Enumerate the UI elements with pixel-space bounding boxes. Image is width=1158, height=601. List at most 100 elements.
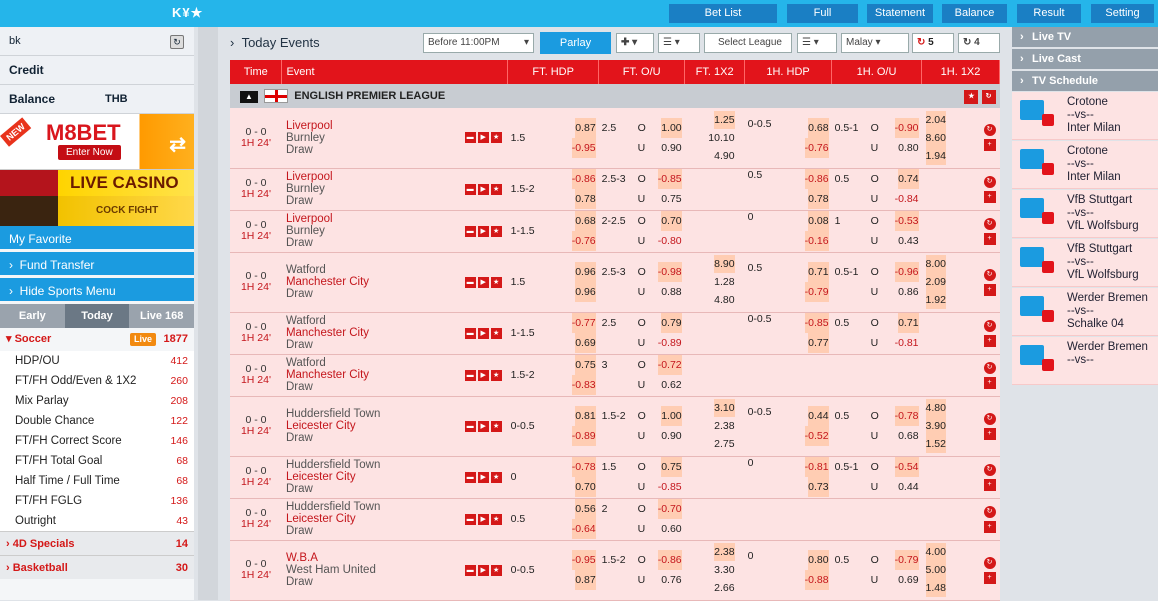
odds-value[interactable]: -0.95 [571, 550, 596, 570]
refresh-odds-icon[interactable]: ↻ [983, 124, 996, 137]
odds-value[interactable]: 0.80 [808, 550, 829, 570]
stats-icon[interactable]: ▬ [464, 225, 476, 237]
odds-value[interactable]: 0.87 [575, 117, 596, 138]
odds-value[interactable]: 0.96 [575, 262, 596, 282]
more-bets-icon[interactable]: + [983, 427, 996, 440]
favorite-star-icon[interactable]: ★ [490, 276, 502, 288]
odds-value[interactable]: 0.68 [575, 211, 596, 231]
tv-schedule-item[interactable]: VfB Stuttgart --vs-- VfL Wolfsburg [1012, 239, 1158, 287]
odds-value[interactable]: -0.76 [804, 137, 829, 158]
submenu-item[interactable]: FT/FH FGLG 136 [0, 491, 194, 511]
parlay-button[interactable]: Parlay [540, 32, 611, 54]
more-bets-icon[interactable]: + [983, 571, 996, 584]
odds-value[interactable]: 0.69 [898, 574, 918, 586]
odds-value[interactable]: -0.80 [658, 235, 682, 247]
odds-value[interactable]: 0.68 [898, 430, 918, 442]
time-filter-select[interactable]: Before 11:00PM ▾ [423, 33, 534, 53]
odds-value[interactable]: 0.44 [808, 406, 829, 426]
tv-schedule-header[interactable]: TV Schedule [1012, 71, 1158, 91]
more-bets-icon[interactable]: + [983, 334, 996, 347]
refresh-odds-icon[interactable]: ↻ [983, 361, 996, 374]
odds-value[interactable]: 2.04 [925, 110, 946, 129]
odds-value[interactable]: 3.90 [925, 417, 946, 435]
odds-value[interactable]: -0.83 [571, 375, 596, 395]
tv-schedule-item[interactable]: Werder Bremen --vs-- [1012, 337, 1158, 385]
odds-value[interactable]: -0.54 [894, 457, 919, 477]
sport-4d-specials[interactable]: › 4D Specials 14 [0, 531, 194, 555]
odds-value[interactable]: 2.38 [714, 420, 734, 432]
odds-value[interactable]: 0.78 [575, 189, 596, 209]
odds-value[interactable]: 2.38 [714, 543, 735, 561]
hide-sports-menu-button[interactable]: › Hide Sports Menu [0, 278, 194, 304]
odds-value[interactable]: 2.75 [714, 438, 734, 450]
tab-live[interactable]: Live 168 [129, 304, 194, 328]
select-league-button[interactable]: Select League [704, 33, 792, 53]
odds-value[interactable]: -0.86 [657, 550, 682, 570]
stats-icon[interactable]: ▬ [464, 564, 476, 576]
odds-value[interactable]: 0.71 [808, 262, 829, 282]
odds-value[interactable]: 0.87 [575, 570, 596, 590]
sport-basketball[interactable]: › Basketball 30 [0, 555, 194, 579]
favorite-star-icon[interactable]: ★ [490, 564, 502, 576]
live-tv-icon[interactable]: ▶ [477, 420, 489, 432]
nav-balance[interactable]: Balance [942, 4, 1007, 23]
refresh-live-button[interactable]: ↻ 5 [912, 33, 954, 53]
odds-value[interactable]: -0.86 [804, 169, 829, 189]
favorite-star-icon[interactable]: ★ [490, 513, 502, 525]
odds-value[interactable]: 1.00 [661, 117, 682, 138]
tab-today[interactable]: Today [64, 304, 130, 328]
odds-value[interactable]: 0.76 [661, 574, 681, 586]
odds-value[interactable]: 0.74 [898, 169, 919, 189]
submenu-item[interactable]: HDP/OU 412 [0, 351, 194, 371]
live-tv-icon[interactable]: ▶ [477, 564, 489, 576]
odds-value[interactable]: 0.56 [575, 499, 596, 519]
stats-icon[interactable]: ▬ [464, 513, 476, 525]
live-tv-icon[interactable]: ▶ [477, 369, 489, 381]
odds-value[interactable]: 5.00 [925, 561, 946, 579]
my-favorite-button[interactable]: My Favorite [0, 226, 194, 252]
odds-value[interactable]: 0.81 [575, 406, 596, 426]
odds-value[interactable]: 0.44 [898, 481, 918, 493]
m8bet-banner[interactable]: NEW M8BET Enter Now ⇄ [0, 114, 194, 170]
nav-statement[interactable]: Statement [867, 4, 933, 23]
odds-value[interactable]: -0.72 [657, 355, 682, 375]
add-market-button[interactable]: ✚ ▾ [616, 33, 654, 53]
odds-value[interactable]: 0.73 [808, 477, 829, 497]
odds-value[interactable]: 0.71 [898, 313, 919, 333]
nav-result[interactable]: Result [1017, 4, 1081, 23]
odds-value[interactable]: -0.78 [571, 457, 596, 477]
refresh-odds-icon[interactable]: ↻ [983, 268, 996, 281]
more-bets-icon[interactable]: + [983, 283, 996, 296]
submenu-item[interactable]: Double Chance 122 [0, 411, 194, 431]
favorite-star-icon[interactable]: ★ [490, 420, 502, 432]
odds-value[interactable]: 1.92 [925, 291, 946, 309]
odds-value[interactable]: 0.86 [898, 286, 918, 298]
odds-value[interactable]: 0.75 [661, 457, 682, 477]
odds-value[interactable]: 10.10 [708, 132, 734, 144]
submenu-item[interactable]: FT/FH Odd/Even & 1X2 260 [0, 371, 194, 391]
refresh-odds-icon[interactable]: ↻ [983, 556, 996, 569]
odds-value[interactable]: 8.90 [714, 255, 735, 273]
odds-value[interactable]: -0.81 [804, 457, 829, 477]
stats-icon[interactable]: ▬ [464, 327, 476, 339]
odds-value[interactable]: -0.84 [895, 193, 919, 205]
refresh-odds-icon[interactable]: ↻ [983, 463, 996, 476]
live-tv-icon[interactable]: ▶ [477, 327, 489, 339]
more-bets-icon[interactable]: + [983, 190, 996, 203]
favorite-league-icon[interactable]: ★ [964, 89, 979, 104]
odds-value[interactable]: -0.81 [895, 337, 919, 349]
refresh-today-button[interactable]: ↻ 4 [958, 33, 1000, 53]
odds-value[interactable]: -0.76 [571, 231, 596, 251]
odds-value[interactable]: 0.70 [575, 477, 596, 497]
favorite-star-icon[interactable]: ★ [490, 225, 502, 237]
refresh-icon[interactable]: ↻ [170, 35, 184, 49]
refresh-odds-icon[interactable]: ↻ [983, 217, 996, 230]
submenu-item[interactable]: FT/FH Total Goal 68 [0, 451, 194, 471]
odds-value[interactable]: 1.48 [925, 579, 946, 597]
odds-value[interactable]: 4.00 [925, 543, 946, 561]
odds-value[interactable]: 0.96 [575, 282, 596, 302]
odds-value[interactable]: 0.43 [898, 235, 918, 247]
odds-value[interactable]: 0.80 [898, 142, 918, 154]
odds-value[interactable]: 3.10 [714, 399, 735, 417]
fund-transfer-button[interactable]: › Fund Transfer [0, 252, 194, 278]
